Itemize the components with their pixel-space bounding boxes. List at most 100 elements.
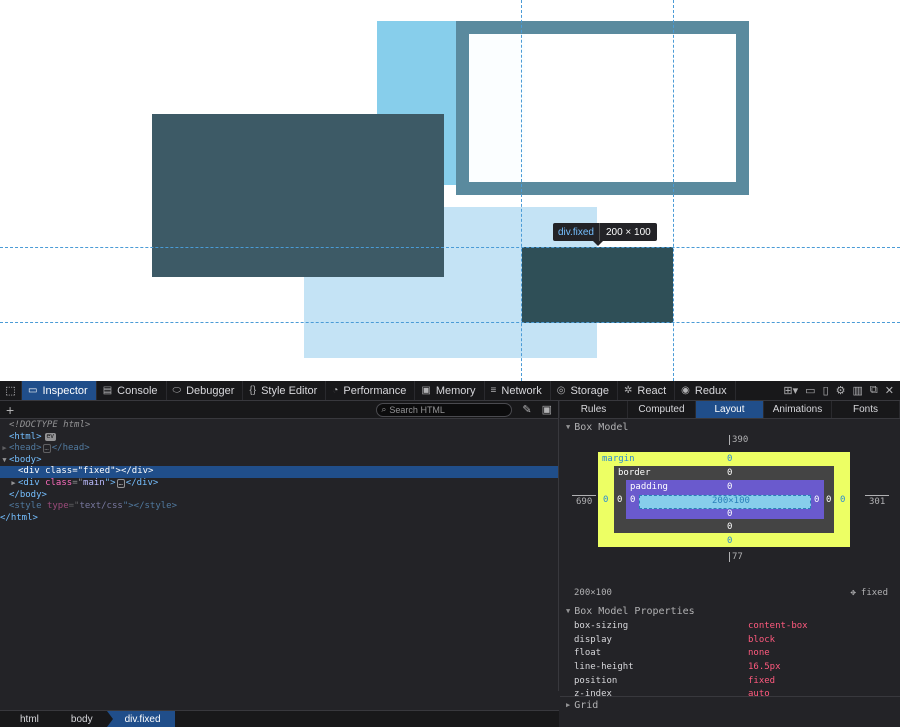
tab-fonts[interactable]: Fonts xyxy=(832,401,900,418)
event-badge[interactable]: ev xyxy=(44,433,56,442)
expand-arrow-icon[interactable]: ▶ xyxy=(0,443,9,455)
markup-line-div-main[interactable]: ▶ <div class =" main ">… </div> xyxy=(0,478,558,490)
attr-value: fixed xyxy=(83,466,111,477)
breadcrumb-html[interactable]: html xyxy=(0,711,53,727)
border-right-value[interactable]: 0 xyxy=(826,495,831,505)
tab-redux[interactable]: ◉ Redux xyxy=(675,381,736,400)
markup-line-div-fixed[interactable]: <div class =" fixed "></div> xyxy=(0,466,558,478)
margin-bottom-value[interactable]: 0 xyxy=(727,536,732,546)
tab-react[interactable]: ✲ React xyxy=(618,381,676,400)
position-right-value[interactable]: 301 xyxy=(869,497,885,507)
property-name: float xyxy=(574,648,602,659)
tab-animations[interactable]: Animations xyxy=(764,401,832,418)
markup-line-html[interactable]: <html> ev xyxy=(0,432,558,444)
tab-storage[interactable]: ◎ Storage xyxy=(551,381,618,400)
frames-menu-icon[interactable]: ⊞▾ xyxy=(783,384,798,397)
responsive-mode-icon[interactable]: ▯ xyxy=(823,384,829,397)
markup-line-body-close[interactable]: </body> xyxy=(0,490,558,502)
markup-toolbar: + ⌕ Search HTML ✎ ▣ xyxy=(0,401,558,419)
tab-network[interactable]: ≡ Network xyxy=(485,381,551,400)
expand-arrow-icon[interactable]: ▶ xyxy=(9,478,18,490)
html-open-tag: <html> xyxy=(9,431,42,442)
markup-line-doctype[interactable]: <!DOCTYPE html> xyxy=(0,420,558,432)
border-top-value[interactable]: 0 xyxy=(727,468,732,478)
separate-window-icon[interactable]: ⧉ xyxy=(870,384,878,397)
guide-bottom xyxy=(0,322,900,323)
tab-label: Storage xyxy=(570,384,609,397)
dock-side-icon[interactable]: ▥ xyxy=(853,384,863,397)
performance-icon: ◔ xyxy=(332,385,339,396)
breadcrumb-body[interactable]: body xyxy=(53,711,107,727)
devtools-panel: ⬚ ▭ Inspector ▤ Console ⬭ Debugger {} St… xyxy=(0,381,900,727)
padding-right-value[interactable]: 0 xyxy=(814,495,819,505)
react-icon: ✲ xyxy=(624,385,633,396)
storage-icon: ◎ xyxy=(556,385,566,396)
margin-left-value[interactable]: 0 xyxy=(603,495,608,505)
padding-bottom-value[interactable]: 0 xyxy=(727,509,732,519)
attr-eq: =" xyxy=(72,477,84,488)
eyedropper-icon[interactable]: ✎ xyxy=(522,403,531,416)
collapse-arrow-icon: ▼ xyxy=(566,607,571,615)
box-model-footer: 200×100 ✥ fixed xyxy=(560,585,900,601)
box-model-header[interactable]: ▼ Box Model xyxy=(560,419,900,435)
markup-line-body[interactable]: ▼ <body> xyxy=(0,455,558,467)
element-size: 200×100 xyxy=(574,588,612,598)
tab-label: Console xyxy=(117,384,158,397)
box-model-properties-header[interactable]: ▼ Box Model Properties xyxy=(560,603,900,619)
tab-inspector[interactable]: ▭ Inspector xyxy=(22,381,97,400)
tab-rules[interactable]: Rules xyxy=(560,401,628,418)
geometry-editor-icon[interactable]: ✥ xyxy=(850,588,855,598)
position-top-value[interactable]: 390 xyxy=(732,435,748,445)
grid-section: ▶ Grid xyxy=(560,696,900,713)
add-node-icon[interactable]: + xyxy=(6,403,14,417)
margin-top-value[interactable]: 0 xyxy=(727,454,732,464)
tab-style-editor[interactable]: {} Style Editor xyxy=(243,381,327,400)
property-name: line-height xyxy=(574,661,634,672)
border-bottom-value[interactable]: 0 xyxy=(727,522,732,532)
markup-line-style[interactable]: <style type =" text/css "> </style> xyxy=(0,501,558,513)
tab-memory[interactable]: ▣ Memory xyxy=(415,381,485,400)
tab-debugger[interactable]: ⬭ Debugger xyxy=(167,381,244,400)
body-close-tag: </body> xyxy=(9,489,47,500)
doctype-text: <!DOCTYPE html> xyxy=(9,420,91,430)
border-left-value[interactable]: 0 xyxy=(617,495,622,505)
grid-header[interactable]: ▶ Grid xyxy=(560,697,900,713)
property-row: float none xyxy=(560,646,900,660)
property-value: block xyxy=(748,634,776,645)
close-icon[interactable]: ✕ xyxy=(885,384,894,397)
margin-right-value[interactable]: 0 xyxy=(840,495,845,505)
tab-console[interactable]: ▤ Console xyxy=(97,381,167,400)
position-left-value[interactable]: 690 xyxy=(576,497,592,507)
content-size-value[interactable]: 200×100 xyxy=(712,496,750,506)
tab-label: Performance xyxy=(343,384,407,397)
padding-top-value[interactable]: 0 xyxy=(727,482,732,492)
markup-line-head[interactable]: ▶ <head>… </head> xyxy=(0,443,558,455)
properties-list: box-sizing content-box display block float… xyxy=(560,619,900,701)
collapsed-ellipsis[interactable]: … xyxy=(42,444,51,454)
tab-performance[interactable]: ◔ Performance xyxy=(326,381,416,400)
head-open-tag: <head> xyxy=(9,443,42,454)
element-picker-button[interactable]: ⬚ xyxy=(0,381,22,400)
collapse-arrow-icon[interactable]: ▼ xyxy=(0,455,9,467)
tab-layout[interactable]: Layout xyxy=(696,401,764,418)
tab-label: Redux xyxy=(694,384,727,397)
property-name: display xyxy=(574,634,612,645)
node-infobar: div.fixed 200 × 100 xyxy=(553,223,657,246)
framed-white-box xyxy=(456,21,749,195)
fixed-box-highlighted[interactable] xyxy=(522,247,673,323)
tab-computed[interactable]: Computed xyxy=(628,401,696,418)
tab-label: Debugger xyxy=(186,384,235,397)
tag-end: "> xyxy=(104,477,116,488)
style-editor-icon: {} xyxy=(249,385,257,396)
collapsed-ellipsis[interactable]: … xyxy=(116,479,125,489)
property-name: box-sizing xyxy=(574,620,629,631)
padding-left-value[interactable]: 0 xyxy=(630,495,635,505)
breadcrumb-div-fixed[interactable]: div.fixed xyxy=(106,711,175,727)
position-bottom-value[interactable]: 77 xyxy=(732,552,743,562)
sidebar-toggle-icon[interactable]: ▣ xyxy=(542,403,552,416)
settings-gear-icon[interactable]: ⚙ xyxy=(836,384,846,397)
search-html-input[interactable]: ⌕ Search HTML xyxy=(376,402,513,417)
attr-value: text/css xyxy=(79,501,123,512)
markup-line-html-close[interactable]: </html> xyxy=(0,513,558,525)
split-console-icon[interactable]: ▭ xyxy=(805,384,815,397)
